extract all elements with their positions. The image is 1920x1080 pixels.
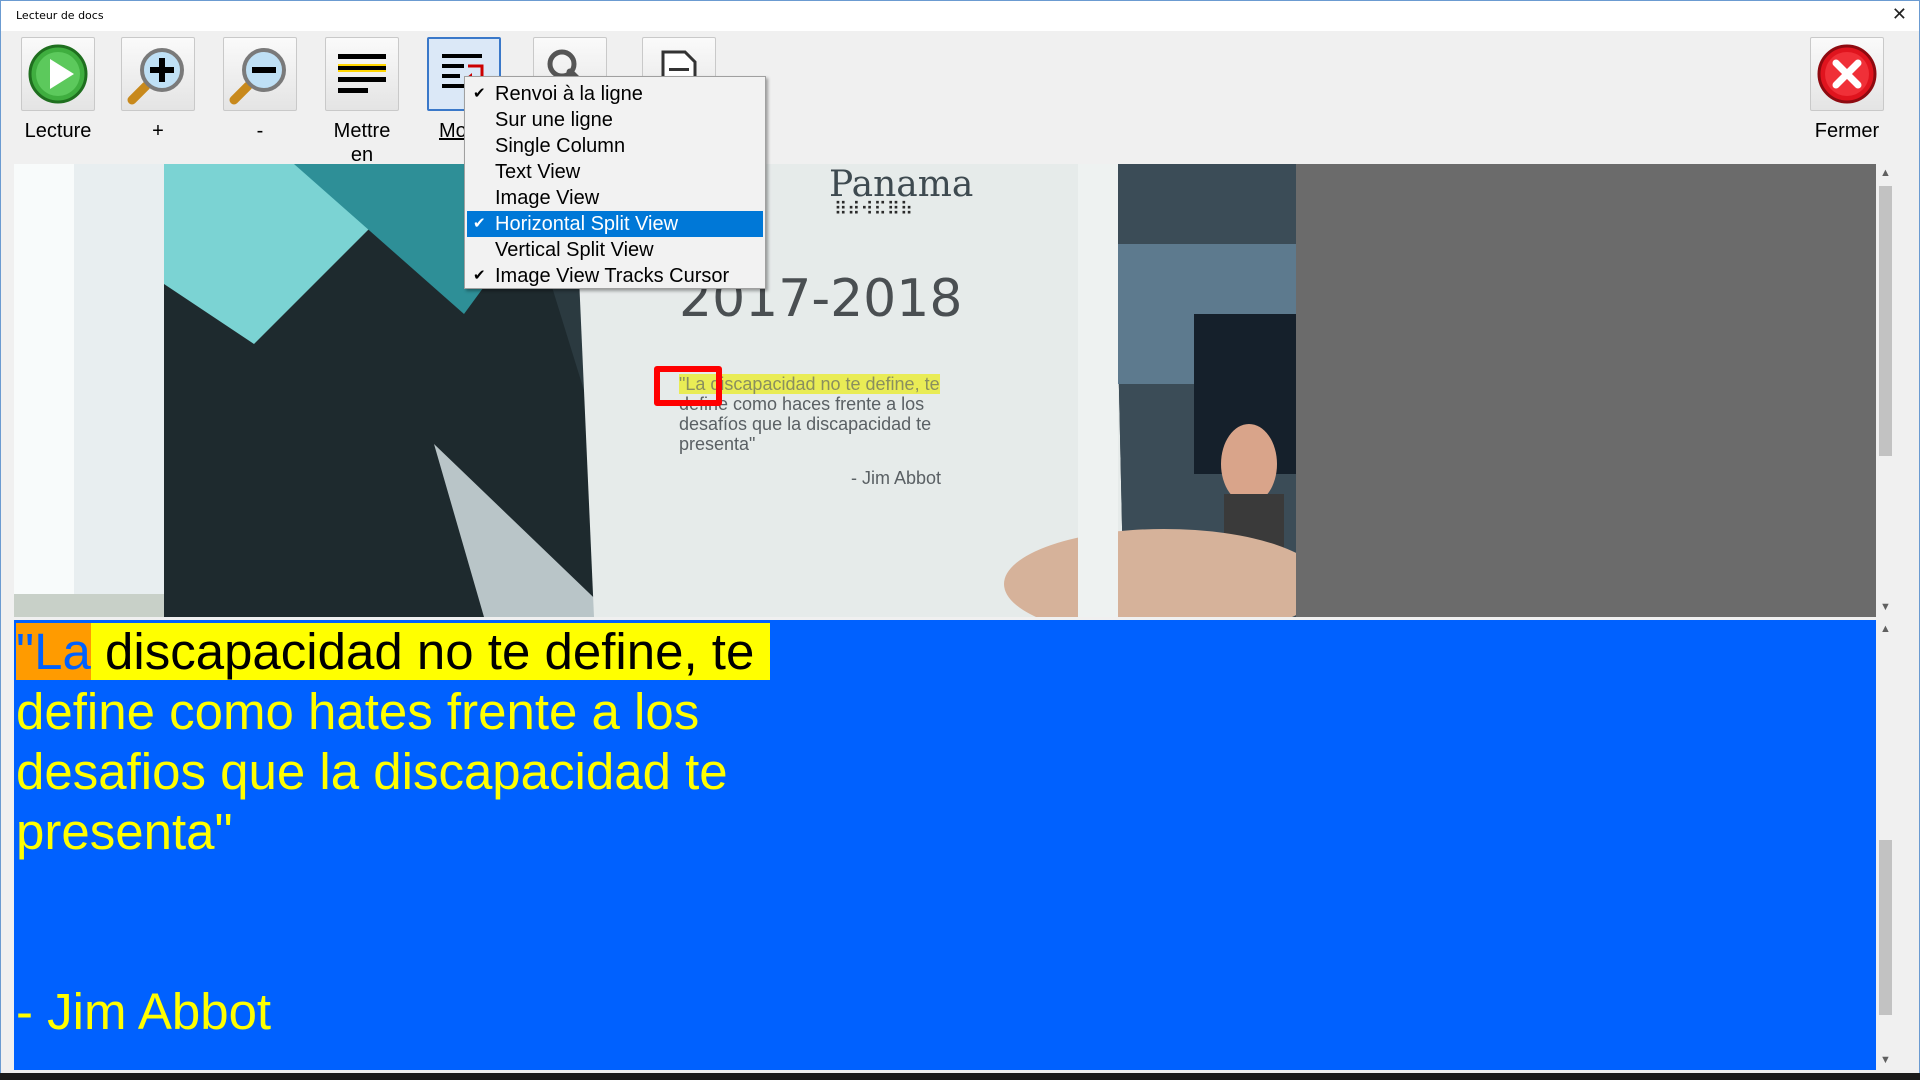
scroll-up-arrow[interactable]: ▲ <box>1876 620 1895 639</box>
zoom-out-button[interactable]: - <box>215 37 305 143</box>
menu-item-label: Renvoi à la ligne <box>495 83 643 105</box>
menu-item-vertical-split-view[interactable]: Vertical Split View <box>467 237 763 263</box>
close-app-label: Fermer <box>1814 120 1880 142</box>
lines-highlight-icon <box>338 54 386 93</box>
menu-item-label: Image View <box>495 187 600 209</box>
scroll-up-arrow[interactable]: ▲ <box>1876 164 1895 183</box>
menu-item-label: Sur une ligne <box>495 109 613 131</box>
zoom-in-button[interactable]: + <box>113 37 203 143</box>
photo-ocr-line-4: presenta" <box>679 434 756 454</box>
zoom-out-label: - <box>256 120 264 142</box>
photo-braille: ⠿⠾⠺⠯⠿⠷ <box>834 199 914 219</box>
menu-item-label: Vertical Split View <box>495 239 654 261</box>
close-circle-icon <box>1817 44 1877 104</box>
menu-item-label: Single Column <box>495 135 626 157</box>
menu-item-single-column[interactable]: Single Column <box>467 133 763 159</box>
tracking-cursor-box <box>654 366 722 406</box>
window-title: Lecteur de docs <box>16 9 104 22</box>
menu-item-horizontal-split-view[interactable]: ✔ Horizontal Split View <box>467 211 763 237</box>
check-icon: ✔ <box>473 267 486 284</box>
image-vertical-scrollbar[interactable]: ▲ ▼ <box>1876 164 1895 617</box>
zoom-in-icon <box>127 48 184 105</box>
menu-item-single-line[interactable]: Sur une ligne <box>467 107 763 133</box>
text-line: "La discapacidad no te define, te <box>16 622 771 682</box>
view-mode-menu: ✔ Renvoi à la ligne Sur une ligne Single … <box>464 76 766 289</box>
close-app-button[interactable]: Fermer <box>1802 37 1892 143</box>
title-bar: Lecteur de docs ✕ <box>1 1 1919 31</box>
check-icon: ✔ <box>473 215 486 232</box>
highlight-label: Mettre en <box>333 120 391 166</box>
document-text: "La discapacidad no te define, te define… <box>16 622 771 1042</box>
highlight-button[interactable]: Mettre en <box>317 37 407 167</box>
photo-attribution: - Jim Abbot <box>851 468 942 488</box>
play-button[interactable]: Lecture <box>13 37 103 143</box>
text-line: define como hates frente a los <box>16 683 700 740</box>
menu-item-label: Image View Tracks Cursor <box>495 265 730 287</box>
play-label: Lecture <box>24 120 92 142</box>
current-sentence-highlight: discapacidad no te define, te <box>90 623 771 680</box>
play-icon <box>28 44 88 104</box>
text-line: desafios que la discapacidad te <box>16 743 728 800</box>
menu-item-image-view[interactable]: Image View <box>467 185 763 211</box>
menu-item-label: Horizontal Split View <box>495 213 679 235</box>
toolbar: Lecture + - Mettre en Mo Fermer <box>1 31 1919 167</box>
text-view-pane[interactable]: "La discapacidad no te define, te define… <box>14 620 1895 1070</box>
menu-item-label: Text View <box>495 161 581 183</box>
zoom-out-icon <box>229 48 286 105</box>
text-line-attribution: - Jim Abbot <box>16 983 272 1040</box>
scroll-thumb[interactable] <box>1879 186 1892 456</box>
scroll-down-arrow[interactable]: ▼ <box>1876 598 1895 617</box>
scroll-thumb[interactable] <box>1879 840 1892 1015</box>
photo-ocr-line-3: desafíos que la discapacidad te <box>679 414 932 434</box>
app-window: Lecteur de docs ✕ Lecture + - Mettre en … <box>0 0 1920 1080</box>
taskbar-edge <box>0 1073 1920 1080</box>
zoom-in-label: + <box>152 120 164 142</box>
text-vertical-scrollbar[interactable]: ▲ ▼ <box>1876 620 1895 1070</box>
menu-item-text-view[interactable]: Text View <box>467 159 763 185</box>
text-line <box>16 922 770 982</box>
check-icon: ✔ <box>473 85 486 102</box>
menu-item-image-view-tracks-cursor[interactable]: ✔ Image View Tracks Cursor <box>467 263 763 289</box>
current-word-highlight: "La <box>16 623 91 680</box>
text-line <box>16 862 770 922</box>
window-close-button[interactable]: ✕ <box>1892 3 1907 27</box>
scroll-down-arrow[interactable]: ▼ <box>1876 1051 1895 1070</box>
menu-item-word-wrap[interactable]: ✔ Renvoi à la ligne <box>467 81 763 107</box>
image-view-pane[interactable]: Panama ⠿⠾⠺⠯⠿⠷ 2017-2018 "La discapacidad… <box>14 164 1895 617</box>
text-line: presenta" <box>16 803 233 860</box>
